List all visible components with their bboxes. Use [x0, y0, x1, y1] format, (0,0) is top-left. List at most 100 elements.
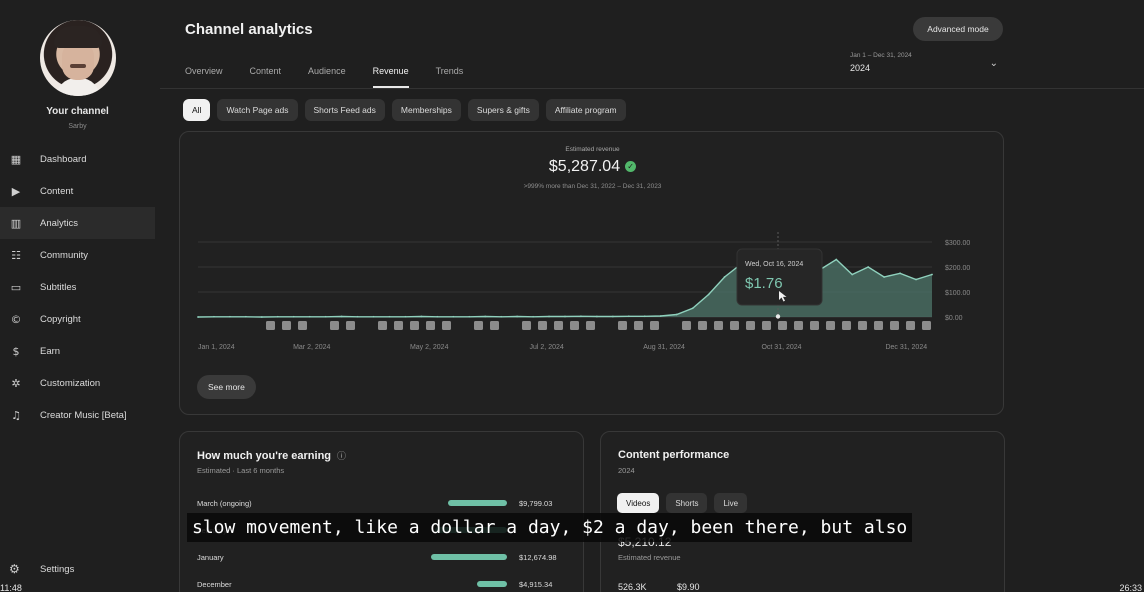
chip-memberships[interactable]: Memberships: [391, 99, 461, 121]
chip-shorts[interactable]: Shorts: [666, 493, 708, 513]
analytics-tabs: Overview Content Audience Revenue Trends: [185, 66, 490, 88]
sidebar-item-creator-music[interactable]: ♫ Creator Music [Beta]: [0, 399, 155, 431]
date-range-selector[interactable]: Jan 1 – Dec 31, 2024 2024 ⌄: [850, 52, 1002, 73]
video-marker: [922, 321, 931, 330]
data-point: [899, 272, 901, 275]
video-marker: [586, 321, 595, 330]
data-point: [580, 315, 582, 318]
data-point: [596, 315, 598, 318]
community-icon: ☷: [11, 248, 21, 262]
x-tick-label: Dec 31, 2024: [885, 344, 927, 351]
y-tick-label: $100.00: [945, 290, 970, 297]
earnings-bar: [477, 581, 507, 587]
data-point: [564, 315, 566, 318]
data-point: [659, 315, 662, 317]
sidebar: Your channel Sarby ▦ Dashboard ▶ Content ▥…: [0, 0, 160, 592]
see-more-button[interactable]: See more: [197, 375, 256, 399]
earn-icon: $: [12, 344, 20, 358]
copyright-icon: ©: [10, 312, 22, 326]
tab-content[interactable]: Content: [250, 66, 282, 88]
performance-subtitle: 2024: [618, 466, 635, 475]
sidebar-item-earn[interactable]: $ Earn: [0, 335, 155, 367]
hover-point: [775, 314, 781, 319]
tab-trends[interactable]: Trends: [436, 66, 464, 88]
advanced-mode-button[interactable]: Advanced mode: [913, 17, 1003, 41]
data-point: [723, 276, 726, 278]
data-point: [292, 315, 295, 318]
sidebar-item-content[interactable]: ▶ Content: [0, 175, 155, 207]
data-point: [691, 307, 694, 310]
chip-watch-page-ads[interactable]: Watch Page ads: [217, 99, 298, 121]
earnings-subtitle: Estimated · Last 6 months: [197, 466, 285, 475]
data-point: [356, 315, 359, 318]
sidebar-item-community[interactable]: ☷ Community: [0, 239, 155, 271]
date-range-sub: Jan 1 – Dec 31, 2024: [850, 52, 912, 59]
video-marker: [442, 321, 451, 330]
data-point: [707, 293, 710, 296]
video-marker: [298, 321, 307, 330]
data-point: [452, 315, 455, 318]
data-point: [229, 315, 231, 318]
sidebar-item-analytics[interactable]: ▥ Analytics: [0, 207, 155, 239]
earnings-row: March (ongoing) $9,799.03: [197, 496, 567, 510]
data-point: [260, 316, 263, 318]
chip-videos[interactable]: Videos: [617, 493, 660, 513]
data-point: [675, 313, 678, 316]
check-circle-icon: ✓: [625, 161, 637, 172]
data-point: [867, 266, 870, 268]
chip-supers-gifts[interactable]: Supers & gifts: [467, 99, 539, 121]
sidebar-item-customization[interactable]: ✲ Customization: [0, 367, 155, 399]
tab-audience[interactable]: Audience: [308, 66, 346, 88]
earnings-row: January $12,674.98: [197, 550, 567, 564]
performance-stat-views: 526.3K: [618, 582, 647, 592]
earnings-value: $9,799.03: [519, 498, 553, 508]
video-marker: [714, 321, 723, 330]
channel-avatar[interactable]: [40, 20, 116, 96]
revenue-chart[interactable]: $300.00 $200.00 $100.00 $0.00 Jan 1, 2024 Mar…: [192, 227, 992, 357]
tab-revenue[interactable]: Revenue: [372, 66, 409, 88]
chip-affiliate-program[interactable]: Affiliate program: [545, 99, 626, 121]
revenue-card: Estimated revenue $5,287.04 ✓ >999% more …: [179, 131, 1004, 415]
video-marker: [730, 321, 739, 330]
video-marker: [474, 321, 483, 330]
data-point: [388, 315, 391, 318]
revenue-comparison: >999% more than Dec 31, 2022 – Dec 31, 2…: [523, 183, 662, 190]
video-marker: [330, 321, 339, 330]
tab-overview[interactable]: Overview: [185, 66, 223, 88]
data-point: [324, 315, 327, 318]
gear-icon: ⚙: [9, 562, 20, 576]
chip-all[interactable]: All: [183, 99, 211, 121]
data-point: [883, 276, 886, 278]
content-icon: ▶: [11, 184, 21, 198]
tooltip-value: $1.76: [745, 275, 783, 292]
video-marker: [810, 321, 819, 330]
earnings-card: How much you're earning ⓘ Estimated · Las…: [179, 431, 584, 592]
dashboard-icon: ▦: [10, 152, 22, 166]
sidebar-item-label: Creator Music [Beta]: [40, 409, 127, 421]
revenue-amount: $5,287.04 ✓: [180, 158, 1005, 176]
video-marker: [378, 321, 387, 330]
sidebar-item-label: Customization: [40, 377, 101, 389]
sidebar-item-subtitles[interactable]: ▭ Subtitles: [0, 271, 155, 303]
sidebar-item-copyright[interactable]: © Copyright: [0, 303, 155, 335]
video-marker: [650, 321, 659, 330]
data-point: [484, 315, 487, 318]
settings-label: Settings: [40, 563, 75, 575]
video-marker: [778, 321, 787, 330]
sidebar-item-dashboard[interactable]: ▦ Dashboard: [0, 143, 155, 175]
x-tick-label: Aug 31, 2024: [643, 344, 685, 351]
chip-shorts-feed-ads[interactable]: Shorts Feed ads: [304, 99, 385, 121]
video-marker: [554, 321, 563, 330]
data-point: [197, 316, 199, 318]
performance-stat-rpm: $9.90: [677, 582, 700, 592]
earnings-bar: [448, 500, 507, 506]
video-marker: [698, 321, 707, 330]
info-icon[interactable]: ⓘ: [337, 452, 346, 462]
data-point: [308, 315, 311, 318]
chip-live[interactable]: Live: [714, 493, 748, 513]
video-marker: [826, 321, 835, 330]
video-marker: [522, 321, 531, 330]
sidebar-item-settings[interactable]: ⚙ Settings: [9, 562, 74, 576]
video-marker: [394, 321, 403, 330]
x-tick-label: Jan 1, 2024: [198, 344, 235, 351]
